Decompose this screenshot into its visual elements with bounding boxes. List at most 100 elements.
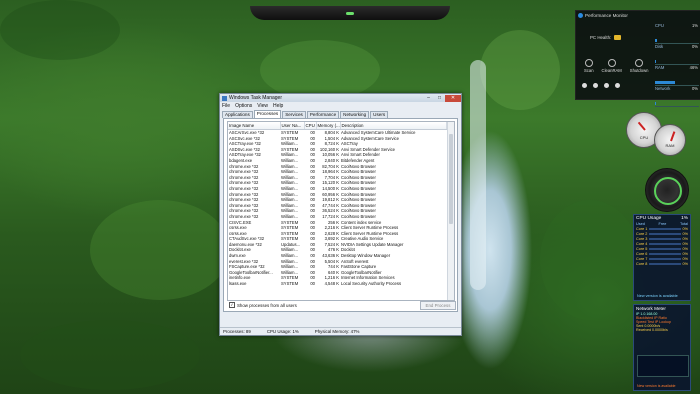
process-cpu: 00 xyxy=(310,281,315,287)
shutdown-label: Shutdown xyxy=(629,68,649,73)
network-received: Received 0.0000b/s xyxy=(636,328,668,332)
power-icon xyxy=(635,59,644,67)
menu-help[interactable]: Help xyxy=(273,103,283,109)
title-bar[interactable]: Windows Task Manager – □ ✕ xyxy=(220,94,461,102)
column-description[interactable]: Description xyxy=(340,122,447,130)
network-meter-value: 0% xyxy=(691,86,698,91)
status-cpu: CPU Usage: 1% xyxy=(266,329,299,334)
cpu-core-bar xyxy=(649,262,681,265)
cpu-core-bar xyxy=(649,257,681,260)
network-graph xyxy=(637,355,689,377)
cpu-free-header: Free xyxy=(658,222,667,226)
scan-label: Scan xyxy=(584,68,594,73)
scan-button[interactable]: Scan xyxy=(584,59,594,73)
show-all-checkbox[interactable]: ✓ xyxy=(229,302,235,308)
status-processes: Processes: 89 xyxy=(223,329,251,334)
cpu-core-bar xyxy=(649,227,681,230)
task-manager-icon xyxy=(222,95,227,101)
cpu-core-label: Core 1 xyxy=(636,226,648,231)
tab-performance[interactable]: Performance xyxy=(306,111,340,118)
tab-processes[interactable]: Processes xyxy=(253,110,282,118)
top-dock[interactable] xyxy=(250,6,450,20)
tab-services[interactable]: Services xyxy=(282,111,306,118)
column-memory[interactable]: Memory (... xyxy=(316,122,341,130)
cpu-core-row: Core 8 0% xyxy=(634,261,690,266)
cpu-core-value: 0% xyxy=(682,226,689,231)
process-list[interactable]: Image Name User Na... CPU Memory (... De… xyxy=(227,121,455,301)
disk-meter-label: Disk xyxy=(655,44,664,49)
cpu-core-bar xyxy=(649,242,681,245)
cpu-core-value: 0% xyxy=(682,251,689,256)
gauge-needle-icon xyxy=(637,121,646,131)
cpu-meter-value: 1% xyxy=(691,23,698,28)
cpu-core-bar xyxy=(649,232,681,235)
process-memory: 4,548 K xyxy=(324,281,339,287)
home-icon[interactable] xyxy=(615,83,620,88)
tab-applications[interactable]: Applications xyxy=(222,111,253,118)
column-cpu[interactable]: CPU xyxy=(304,122,317,130)
cpu-core-value: 0% xyxy=(682,241,689,246)
performance-logo-icon xyxy=(578,13,583,18)
cpu-core-value: 0% xyxy=(682,231,689,236)
ram-gauge: RAM xyxy=(654,124,686,156)
tab-users[interactable]: Users xyxy=(370,111,389,118)
task-manager-window: Windows Task Manager – □ ✕ File Options … xyxy=(219,93,462,336)
processes-panel: Image Name User Na... CPU Memory (... De… xyxy=(223,118,458,312)
network-meter-bar: Network 0% xyxy=(655,86,699,107)
window-title: Windows Task Manager xyxy=(229,95,282,101)
cleanram-button[interactable]: CleanRAM xyxy=(602,59,622,73)
end-process-button[interactable]: End Process xyxy=(420,301,456,310)
cpu-core-label: Core 7 xyxy=(636,256,648,261)
control-wheel[interactable] xyxy=(645,168,689,212)
settings-icon[interactable] xyxy=(582,83,587,88)
minimize-button[interactable]: – xyxy=(423,95,434,102)
cleanram-label: CleanRAM xyxy=(601,68,622,73)
network-meter-label: Network xyxy=(655,86,671,91)
network-update-link[interactable]: New version is available xyxy=(637,384,676,388)
cpu-core-label: Core 6 xyxy=(636,251,648,256)
cpu-core-value: 0% xyxy=(682,246,689,251)
column-image-name[interactable]: Image Name xyxy=(228,122,281,130)
twitter-icon[interactable] xyxy=(604,83,609,88)
cpu-core-label: Core 3 xyxy=(636,236,648,241)
table-row[interactable]: lsass.exe SYSTEM 00 4,548 K Local Security A… xyxy=(228,281,446,287)
status-bar: Processes: 89 CPU Usage: 1% Physical Mem… xyxy=(220,327,461,335)
show-all-label: Show processes from all users xyxy=(237,302,297,308)
vertical-scrollbar[interactable] xyxy=(447,122,454,300)
process-user: SYSTEM xyxy=(281,281,299,287)
dock-indicator-icon xyxy=(346,12,354,15)
ram-meter: RAM 46% xyxy=(655,65,699,86)
show-all-processes[interactable]: ✓ Show processes from all users xyxy=(229,302,297,308)
cpu-gadget-title: CPU Usage xyxy=(636,216,662,221)
gauge-needle-icon xyxy=(670,131,676,142)
facebook-icon[interactable] xyxy=(593,83,598,88)
menu-view[interactable]: View xyxy=(257,103,268,109)
scan-icon xyxy=(584,59,593,67)
cpu-core-label: Core 4 xyxy=(636,241,648,246)
network-meter-title: Network Meter xyxy=(636,306,666,311)
maximize-button[interactable]: □ xyxy=(434,95,445,102)
menu-file[interactable]: File xyxy=(222,103,230,109)
cpu-core-value: 0% xyxy=(682,236,689,241)
scrollbar-thumb[interactable] xyxy=(449,134,453,224)
tab-networking[interactable]: Networking xyxy=(340,111,370,118)
shutdown-button[interactable]: Shutdown xyxy=(629,59,649,73)
column-user-name[interactable]: User Na... xyxy=(280,122,305,130)
cpu-update-link[interactable]: New version is available xyxy=(637,294,678,298)
cpu-used-header: Used xyxy=(636,222,645,226)
cleanram-icon xyxy=(607,59,616,67)
cpu-meter-label: CPU xyxy=(655,23,664,28)
table-row[interactable]: ASCArSvc.exe *32 SYSTEM 00 8,804 K Advanced … xyxy=(228,130,446,136)
cpu-core-bar xyxy=(649,237,681,240)
cpu-usage-gadget: CPU Usage 1% Used Free Total Core 1 0% Cor… xyxy=(633,214,691,301)
ram-gauge-label: RAM xyxy=(665,143,675,149)
menu-bar: File Options View Help xyxy=(220,102,461,109)
menu-options[interactable]: Options xyxy=(235,103,252,109)
ram-meter-label: RAM xyxy=(655,65,665,70)
cpu-core-bar xyxy=(649,252,681,255)
network-meter-gadget: Network Meter IP 1.0.168.00 Blacklisted … xyxy=(633,304,691,391)
cpu-meter: CPU 1% xyxy=(655,23,699,44)
pm-title: Performance Monitor xyxy=(585,13,628,18)
pc-health-label: PC Health: xyxy=(590,35,612,40)
close-button[interactable]: ✕ xyxy=(445,94,461,102)
